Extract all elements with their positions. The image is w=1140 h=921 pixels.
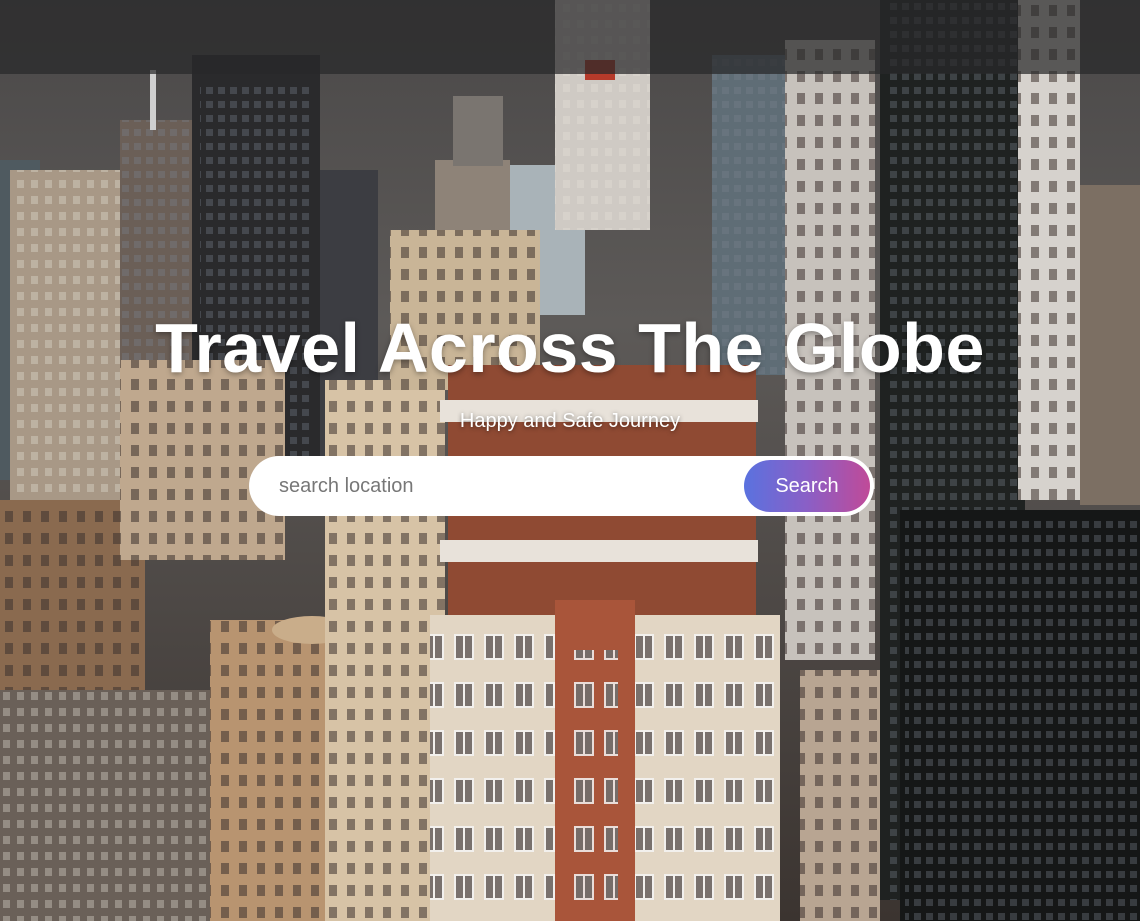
hero-section: Travel Across The Globe Happy and Safe J… xyxy=(0,0,1140,921)
top-navbar xyxy=(0,0,1140,74)
search-input[interactable] xyxy=(279,456,734,516)
search-button[interactable]: Search xyxy=(744,460,870,512)
page-title: Travel Across The Globe xyxy=(155,309,985,387)
hero-content: Travel Across The Globe Happy and Safe J… xyxy=(0,305,1140,433)
search-bar: Search xyxy=(249,456,874,516)
hero-subtitle: Happy and Safe Journey xyxy=(459,410,681,432)
